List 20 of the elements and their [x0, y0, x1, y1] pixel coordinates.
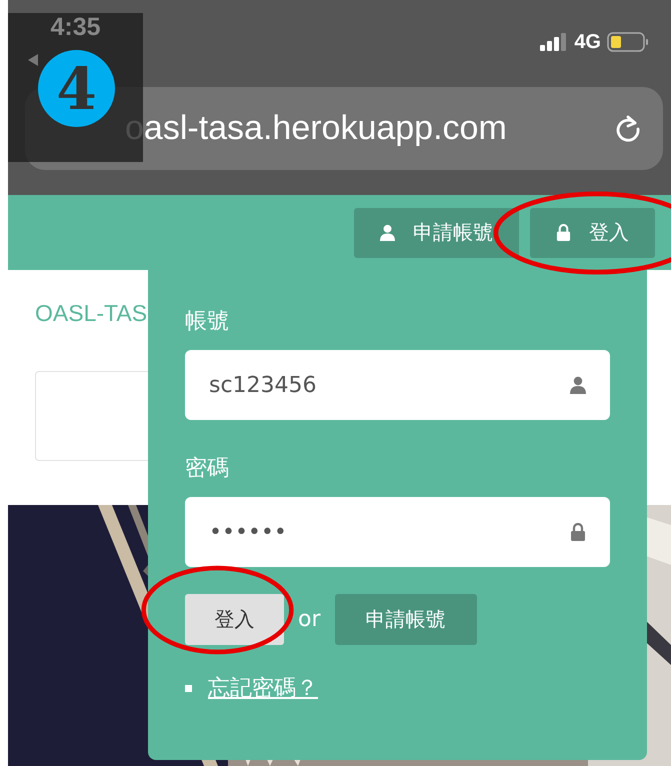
time-label: 4:35 [50, 13, 101, 42]
field-label: 密碼 [185, 455, 230, 483]
battery-icon [607, 32, 649, 52]
forgot-password-link[interactable]: 忘記密碼？ [208, 673, 318, 703]
field-label: 帳號 [185, 308, 230, 336]
back-arrow-icon [28, 54, 38, 66]
navbar-button[interactable]: 申請帳號 [354, 208, 519, 258]
user-icon [570, 376, 586, 394]
or-label: or [298, 607, 321, 632]
input-field[interactable]: •••••• [185, 497, 610, 567]
login-button[interactable]: 登入 [185, 594, 284, 645]
register-button[interactable]: 申請帳號 [334, 594, 477, 645]
lock-icon [556, 224, 571, 241]
input-field[interactable]: sc123456 [185, 350, 610, 420]
lock-icon [570, 523, 586, 541]
bullet-icon [185, 684, 192, 692]
network-label: 4G [574, 30, 601, 54]
signal-icon [540, 33, 568, 51]
user-icon [380, 224, 395, 241]
navbar-button[interactable]: 登入 [530, 208, 655, 258]
